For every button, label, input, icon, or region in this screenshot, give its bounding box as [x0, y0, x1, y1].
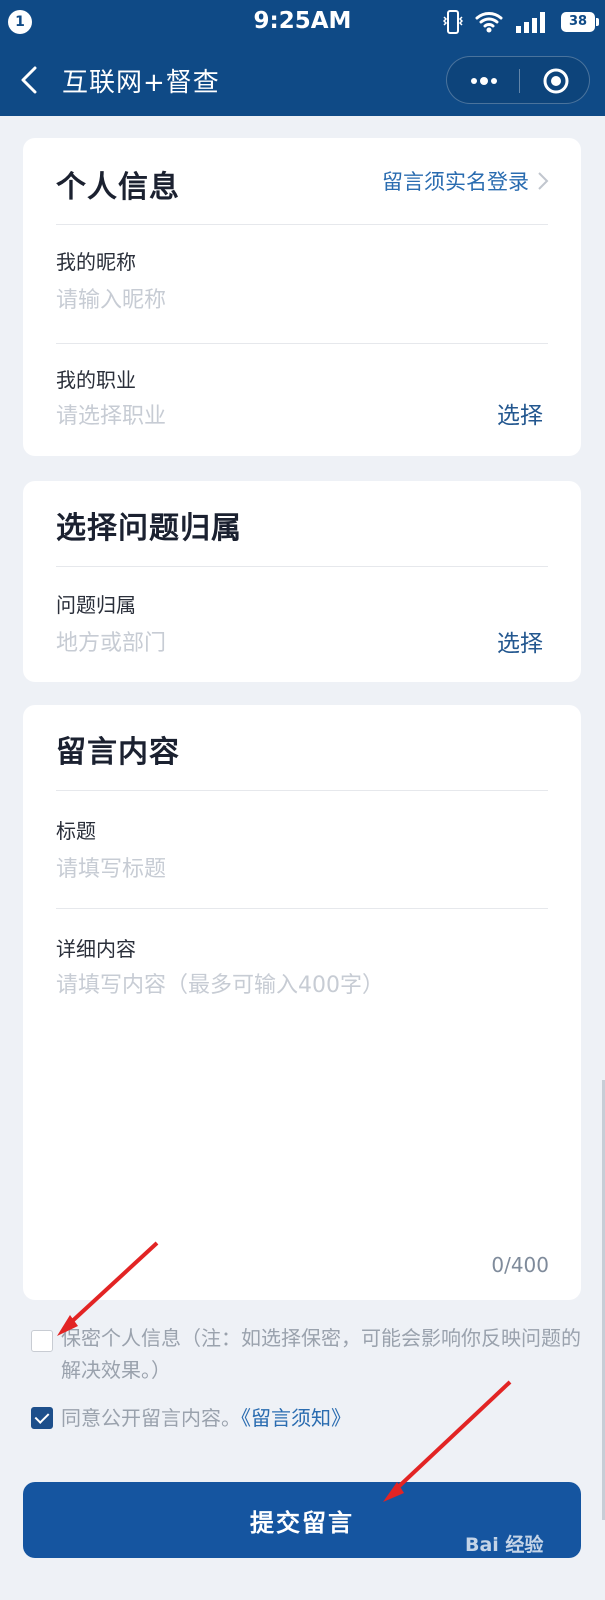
battery-icon: 38 [561, 12, 599, 32]
divider [56, 224, 548, 225]
message-content-title: 留言内容 [56, 735, 180, 770]
signal-icon [516, 12, 545, 33]
login-link-label: 留言须实名登录 [382, 170, 529, 194]
divider [56, 908, 548, 909]
chevron-right-icon [538, 172, 549, 190]
mini-program-capsule [446, 56, 590, 104]
close-target-icon[interactable] [543, 68, 569, 94]
status-icons: 38 [443, 8, 599, 36]
job-input[interactable]: 请选择职业 [56, 398, 166, 430]
divider [56, 790, 548, 791]
mini-program-message-form: 1 9:25AM 38 互联网+督查 个人信息 留言须实名登录 我的昵称 请输入… [0, 0, 605, 1600]
public-checkbox[interactable] [31, 1407, 53, 1429]
privacy-option-text: 保密个人信息（注：如选择保密，可能会影响你反映问题的解决效果。） [61, 1326, 581, 1382]
detail-label: 详细内容 [56, 937, 136, 961]
personal-info-card: 个人信息 留言须实名登录 我的昵称 请输入昵称 我的职业 请选择职业 选择 [23, 138, 581, 456]
more-icon[interactable] [469, 71, 499, 91]
issue-ownership-title: 选择问题归属 [56, 511, 242, 546]
divider [56, 343, 548, 344]
page-title: 互联网+督查 [62, 68, 220, 98]
real-name-login-link[interactable]: 留言须实名登录 [382, 166, 549, 196]
public-option[interactable]: 同意公开留言内容。《留言须知》 [31, 1405, 351, 1431]
nickname-label: 我的昵称 [56, 250, 136, 274]
public-option-text: 同意公开留言内容。《留言须知》 [61, 1405, 351, 1431]
capsule-divider [519, 69, 520, 93]
character-counter: 0/400 [491, 1253, 549, 1277]
back-arrow-icon[interactable] [18, 66, 42, 94]
issue-ownership-card: 选择问题归属 问题归属 地方或部门 选择 [23, 481, 581, 682]
detail-textarea[interactable]: 请填写内容（最多可输入400字） [56, 967, 384, 999]
personal-info-title: 个人信息 [56, 170, 180, 205]
app-header: 互联网+督查 [0, 44, 605, 116]
subject-label: 标题 [56, 819, 96, 843]
divider [56, 566, 548, 567]
select-job-button[interactable]: 选择 [497, 396, 543, 430]
annotation-arrow-line [392, 1380, 512, 1493]
job-label: 我的职业 [56, 368, 136, 392]
message-content-card: 留言内容 标题 请填写标题 详细内容 请填写内容（最多可输入400字） 0/40… [23, 705, 581, 1300]
message-notice-link[interactable]: 《留言须知》 [241, 1406, 351, 1430]
issue-ownership-label: 问题归属 [56, 593, 136, 617]
vibrate-icon [443, 10, 463, 34]
nickname-input[interactable]: 请输入昵称 [56, 282, 166, 314]
select-ownership-button[interactable]: 选择 [497, 624, 543, 658]
public-option-label: 同意公开留言内容。 [61, 1406, 241, 1430]
baidu-jingyan-watermark: Bai 经验 [465, 1534, 544, 1556]
subject-input[interactable]: 请填写标题 [56, 851, 166, 883]
wifi-icon [475, 12, 503, 33]
issue-ownership-input[interactable]: 地方或部门 [56, 625, 166, 657]
status-bar: 1 9:25AM 38 [0, 0, 605, 44]
privacy-option[interactable]: 保密个人信息（注：如选择保密，可能会影响你反映问题的解决效果。） [31, 1322, 581, 1386]
privacy-checkbox[interactable] [31, 1330, 53, 1352]
